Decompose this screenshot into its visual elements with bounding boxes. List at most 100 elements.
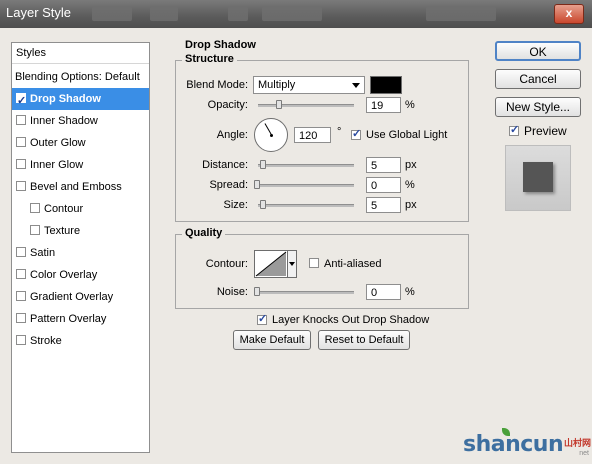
style-item[interactable]: Inner Glow: [12, 154, 149, 176]
style-item[interactable]: Color Overlay: [12, 264, 149, 286]
use-global-light-label: Use Global Light: [366, 129, 448, 141]
style-item-checkbox[interactable]: [16, 247, 26, 258]
style-item-label: Color Overlay: [30, 269, 98, 281]
opacity-unit: %: [405, 99, 415, 111]
style-item[interactable]: Drop Shadow: [12, 88, 149, 112]
chevron-down-icon: [352, 83, 360, 88]
make-default-button[interactable]: Make Default: [233, 330, 311, 350]
opacity-field[interactable]: 19: [366, 97, 401, 113]
title-bar: Layer Style x: [0, 0, 592, 28]
style-item-label: Blending Options: Default: [15, 71, 140, 83]
contour-curve-icon: [255, 251, 287, 277]
blend-mode-select[interactable]: Multiply: [253, 76, 365, 94]
titlebar-ghost-icon: [92, 7, 132, 21]
style-item-checkbox[interactable]: [30, 225, 40, 236]
style-item[interactable]: Texture: [12, 220, 149, 242]
ok-button[interactable]: OK: [495, 41, 581, 61]
style-item-checkbox[interactable]: [16, 115, 26, 126]
style-item[interactable]: Stroke: [12, 330, 149, 352]
opacity-slider-track[interactable]: [258, 104, 354, 107]
style-item-checkbox[interactable]: [16, 159, 26, 170]
size-field[interactable]: 5: [366, 197, 401, 213]
noise-slider-thumb[interactable]: [254, 287, 260, 296]
style-item-label: Texture: [44, 225, 81, 237]
style-item-checkbox[interactable]: [16, 269, 26, 280]
preview-label: Preview: [524, 124, 567, 138]
style-item[interactable]: Inner Shadow: [12, 110, 149, 132]
angle-label: Angle:: [216, 129, 248, 141]
style-item-label: Stroke: [30, 335, 62, 347]
angle-unit: °: [337, 126, 342, 138]
size-unit: px: [405, 199, 417, 211]
window-title: Layer Style: [6, 5, 72, 20]
blend-mode-value: Multiply: [258, 79, 296, 91]
distance-unit: px: [405, 159, 417, 171]
style-item-label: Inner Shadow: [30, 115, 98, 127]
style-item-checkbox[interactable]: [16, 335, 26, 346]
preview-checkbox[interactable]: [509, 123, 519, 136]
style-item-label: Gradient Overlay: [30, 291, 114, 303]
style-item-label: Outer Glow: [30, 137, 86, 149]
quality-title: Quality: [182, 227, 226, 239]
titlebar-ghost-icon: [262, 7, 322, 21]
reset-to-default-button[interactable]: Reset to Default: [318, 330, 410, 350]
style-item[interactable]: Gradient Overlay: [12, 286, 149, 308]
spread-label: Spread:: [209, 179, 248, 191]
style-item-checkbox[interactable]: [30, 203, 40, 214]
angle-field[interactable]: 120: [294, 127, 331, 143]
distance-field[interactable]: 5: [366, 157, 401, 173]
noise-label: Noise:: [216, 286, 248, 298]
angle-dial[interactable]: [254, 118, 288, 152]
style-item[interactable]: Contour: [12, 198, 149, 220]
use-global-light-checkbox[interactable]: [351, 127, 361, 140]
style-item-label: Satin: [30, 247, 56, 259]
style-item-checkbox[interactable]: [16, 313, 26, 324]
style-item-checkbox[interactable]: [16, 90, 26, 112]
knocks-out-checkbox[interactable]: [257, 312, 267, 325]
distance-label: Distance:: [202, 159, 248, 171]
anti-aliased-checkbox[interactable]: [309, 258, 319, 268]
close-button[interactable]: x: [554, 4, 584, 24]
distance-slider-thumb[interactable]: [259, 160, 266, 169]
contour-label: Contour:: [205, 258, 248, 270]
style-item-checkbox[interactable]: [16, 137, 26, 148]
style-item[interactable]: Pattern Overlay: [12, 308, 149, 330]
style-item[interactable]: Bevel and Emboss: [12, 176, 149, 198]
titlebar-ghost-icon: [426, 7, 496, 21]
style-item-checkbox[interactable]: [16, 291, 26, 302]
noise-slider-track[interactable]: [254, 291, 354, 294]
noise-unit: %: [405, 286, 415, 298]
style-item-label: Drop Shadow: [30, 93, 101, 105]
close-icon: x: [565, 6, 573, 20]
preview-swatch-shape: [523, 162, 553, 192]
drop-shadow-title: Drop Shadow: [182, 39, 259, 51]
cancel-button[interactable]: Cancel: [495, 69, 581, 89]
style-item[interactable]: Satin: [12, 242, 149, 264]
watermark-logo: shancun 山村网 net: [463, 424, 591, 464]
opacity-slider-thumb[interactable]: [276, 100, 283, 109]
size-slider-track[interactable]: [258, 204, 354, 207]
contour-preview[interactable]: [254, 250, 288, 278]
titlebar-ghost-icon: [228, 7, 248, 21]
contour-dropdown-button[interactable]: [288, 250, 297, 278]
style-item[interactable]: Outer Glow: [12, 132, 149, 154]
style-item-label: Inner Glow: [30, 159, 84, 171]
styles-list: Styles Blending Options: Default Drop Sha…: [11, 42, 150, 453]
style-item[interactable]: Blending Options: Default: [12, 66, 149, 88]
new-style-button[interactable]: New Style...: [495, 97, 581, 117]
watermark-domain: net: [579, 450, 589, 457]
size-slider-thumb[interactable]: [259, 200, 266, 209]
watermark-brand: shancun: [463, 432, 564, 457]
style-item-label: Contour: [44, 203, 84, 215]
spread-field[interactable]: 0: [366, 177, 401, 193]
spread-slider-track[interactable]: [254, 184, 354, 187]
shadow-color-swatch[interactable]: [370, 76, 402, 94]
structure-title: Structure: [182, 53, 237, 65]
spread-unit: %: [405, 179, 415, 191]
distance-slider-track[interactable]: [258, 164, 354, 167]
spread-slider-thumb[interactable]: [254, 180, 260, 189]
noise-field[interactable]: 0: [366, 284, 401, 300]
angle-dial-center: [270, 134, 273, 137]
style-preview: [505, 145, 571, 211]
style-item-checkbox[interactable]: [16, 181, 26, 192]
